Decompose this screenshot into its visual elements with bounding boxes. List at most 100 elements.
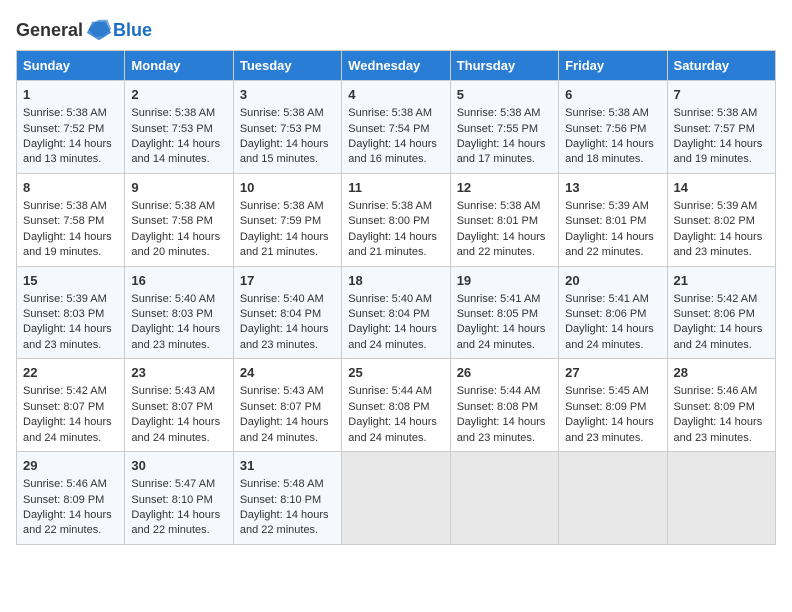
calendar-cell: 16Sunrise: 5:40 AMSunset: 8:03 PMDayligh… bbox=[125, 266, 233, 359]
calendar-cell: 5Sunrise: 5:38 AMSunset: 7:55 PMDaylight… bbox=[450, 81, 558, 174]
sunrise-text: Sunrise: 5:47 AM bbox=[131, 478, 215, 490]
daylight-label: Daylight: 14 hours and 24 minutes. bbox=[674, 323, 763, 350]
day-number: 29 bbox=[23, 457, 118, 475]
sunset-text: Sunset: 7:57 PM bbox=[674, 123, 755, 135]
daylight-label: Daylight: 14 hours and 13 minutes. bbox=[23, 138, 112, 165]
day-number: 12 bbox=[457, 179, 552, 197]
calendar-cell: 28 Sunrise: 5:46 AM Sunset: 8:09 PM Dayligh… bbox=[667, 359, 775, 452]
calendar-cell: 17Sunrise: 5:40 AMSunset: 8:04 PMDayligh… bbox=[233, 266, 341, 359]
sunset-text: Sunset: 8:09 PM bbox=[565, 401, 646, 413]
daylight-label: Daylight: 14 hours and 16 minutes. bbox=[348, 138, 437, 165]
sunset-text: Sunset: 8:06 PM bbox=[565, 308, 646, 320]
day-number: 20 bbox=[565, 272, 660, 290]
sunset-text: Sunset: 8:04 PM bbox=[240, 308, 321, 320]
daylight-label: Daylight: 14 hours and 23 minutes. bbox=[131, 323, 220, 350]
calendar-cell: 3Sunrise: 5:38 AMSunset: 7:53 PMDaylight… bbox=[233, 81, 341, 174]
calendar-cell: 30Sunrise: 5:47 AMSunset: 8:10 PMDayligh… bbox=[125, 452, 233, 545]
sunset-text: Sunset: 8:06 PM bbox=[674, 308, 755, 320]
daylight-label: Daylight: 14 hours and 22 minutes. bbox=[457, 231, 546, 258]
daylight-label: Daylight: 14 hours and 23 minutes. bbox=[674, 416, 763, 443]
calendar-cell bbox=[450, 452, 558, 545]
day-number: 4 bbox=[348, 86, 443, 104]
daylight-label: Daylight: 14 hours and 14 minutes. bbox=[131, 138, 220, 165]
header-thursday: Thursday bbox=[450, 51, 558, 81]
day-number: 10 bbox=[240, 179, 335, 197]
sunrise-text: Sunrise: 5:46 AM bbox=[674, 385, 758, 397]
sunset-text: Sunset: 7:56 PM bbox=[565, 123, 646, 135]
calendar-table: SundayMondayTuesdayWednesdayThursdayFrid… bbox=[16, 50, 776, 545]
daylight-label: Daylight: 14 hours and 23 minutes. bbox=[674, 231, 763, 258]
sunrise-text: Sunrise: 5:39 AM bbox=[23, 293, 107, 305]
sunset-text: Sunset: 8:08 PM bbox=[457, 401, 538, 413]
header-friday: Friday bbox=[559, 51, 667, 81]
sunset-text: Sunset: 8:05 PM bbox=[457, 308, 538, 320]
calendar-cell: 15Sunrise: 5:39 AMSunset: 8:03 PMDayligh… bbox=[17, 266, 125, 359]
calendar-cell: 23Sunrise: 5:43 AMSunset: 8:07 PMDayligh… bbox=[125, 359, 233, 452]
calendar-cell: 11Sunrise: 5:38 AMSunset: 8:00 PMDayligh… bbox=[342, 173, 450, 266]
calendar-cell: 12Sunrise: 5:38 AMSunset: 8:01 PMDayligh… bbox=[450, 173, 558, 266]
daylight-label: Daylight: 14 hours and 23 minutes. bbox=[457, 416, 546, 443]
sunrise-text: Sunrise: 5:40 AM bbox=[131, 293, 215, 305]
day-number: 22 bbox=[23, 364, 118, 382]
sunset-text: Sunset: 8:00 PM bbox=[348, 215, 429, 227]
calendar-cell: 14Sunrise: 5:39 AMSunset: 8:02 PMDayligh… bbox=[667, 173, 775, 266]
header-tuesday: Tuesday bbox=[233, 51, 341, 81]
day-number: 21 bbox=[674, 272, 769, 290]
header-wednesday: Wednesday bbox=[342, 51, 450, 81]
sunrise-text: Sunrise: 5:48 AM bbox=[240, 478, 324, 490]
daylight-label: Daylight: 14 hours and 23 minutes. bbox=[23, 323, 112, 350]
logo-icon bbox=[85, 16, 113, 44]
calendar-cell: 25Sunrise: 5:44 AMSunset: 8:08 PMDayligh… bbox=[342, 359, 450, 452]
day-number: 2 bbox=[131, 86, 226, 104]
calendar-cell: 21 Sunrise: 5:42 AM Sunset: 8:06 PM Dayligh… bbox=[667, 266, 775, 359]
header-saturday: Saturday bbox=[667, 51, 775, 81]
day-number: 19 bbox=[457, 272, 552, 290]
calendar-cell: 26Sunrise: 5:44 AMSunset: 8:08 PMDayligh… bbox=[450, 359, 558, 452]
day-number: 8 bbox=[23, 179, 118, 197]
sunset-text: Sunset: 8:03 PM bbox=[23, 308, 104, 320]
daylight-label: Daylight: 14 hours and 21 minutes. bbox=[240, 231, 329, 258]
sunset-text: Sunset: 8:01 PM bbox=[565, 215, 646, 227]
daylight-label: Daylight: 14 hours and 22 minutes. bbox=[23, 509, 112, 536]
sunset-text: Sunset: 7:53 PM bbox=[240, 123, 321, 135]
sunrise-text: Sunrise: 5:38 AM bbox=[457, 107, 541, 119]
sunrise-text: Sunrise: 5:38 AM bbox=[240, 107, 324, 119]
calendar-header-row: SundayMondayTuesdayWednesdayThursdayFrid… bbox=[17, 51, 776, 81]
day-number: 23 bbox=[131, 364, 226, 382]
sunset-text: Sunset: 8:07 PM bbox=[23, 401, 104, 413]
calendar-cell: 9Sunrise: 5:38 AMSunset: 7:58 PMDaylight… bbox=[125, 173, 233, 266]
daylight-label: Daylight: 14 hours and 19 minutes. bbox=[674, 138, 763, 165]
calendar-cell bbox=[342, 452, 450, 545]
sunrise-text: Sunrise: 5:44 AM bbox=[348, 385, 432, 397]
sunset-text: Sunset: 7:59 PM bbox=[240, 215, 321, 227]
daylight-label: Daylight: 14 hours and 18 minutes. bbox=[565, 138, 654, 165]
day-number: 6 bbox=[565, 86, 660, 104]
calendar-cell: 27Sunrise: 5:45 AMSunset: 8:09 PMDayligh… bbox=[559, 359, 667, 452]
sunrise-text: Sunrise: 5:43 AM bbox=[240, 385, 324, 397]
sunset-text: Sunset: 8:03 PM bbox=[131, 308, 212, 320]
day-number: 13 bbox=[565, 179, 660, 197]
daylight-label: Daylight: 14 hours and 24 minutes. bbox=[348, 323, 437, 350]
day-number: 7 bbox=[674, 86, 769, 104]
daylight-label: Daylight: 14 hours and 23 minutes. bbox=[565, 416, 654, 443]
calendar-week-row: 1Sunrise: 5:38 AMSunset: 7:52 PMDaylight… bbox=[17, 81, 776, 174]
day-number: 25 bbox=[348, 364, 443, 382]
daylight-label: Daylight: 14 hours and 19 minutes. bbox=[23, 231, 112, 258]
sunrise-text: Sunrise: 5:38 AM bbox=[565, 107, 649, 119]
daylight-label: Daylight: 14 hours and 22 minutes. bbox=[565, 231, 654, 258]
calendar-cell bbox=[559, 452, 667, 545]
sunrise-text: Sunrise: 5:39 AM bbox=[674, 200, 758, 212]
day-number: 28 bbox=[674, 364, 769, 382]
sunset-text: Sunset: 7:58 PM bbox=[23, 215, 104, 227]
calendar-cell: 29Sunrise: 5:46 AMSunset: 8:09 PMDayligh… bbox=[17, 452, 125, 545]
sunset-text: Sunset: 7:54 PM bbox=[348, 123, 429, 135]
sunrise-text: Sunrise: 5:38 AM bbox=[674, 107, 758, 119]
logo: General Blue bbox=[16, 16, 152, 44]
daylight-label: Daylight: 14 hours and 15 minutes. bbox=[240, 138, 329, 165]
sunrise-text: Sunrise: 5:38 AM bbox=[131, 107, 215, 119]
sunset-text: Sunset: 8:09 PM bbox=[674, 401, 755, 413]
sunrise-text: Sunrise: 5:42 AM bbox=[674, 293, 758, 305]
sunrise-text: Sunrise: 5:39 AM bbox=[565, 200, 649, 212]
calendar-cell: 24Sunrise: 5:43 AMSunset: 8:07 PMDayligh… bbox=[233, 359, 341, 452]
calendar-week-row: 8Sunrise: 5:38 AMSunset: 7:58 PMDaylight… bbox=[17, 173, 776, 266]
